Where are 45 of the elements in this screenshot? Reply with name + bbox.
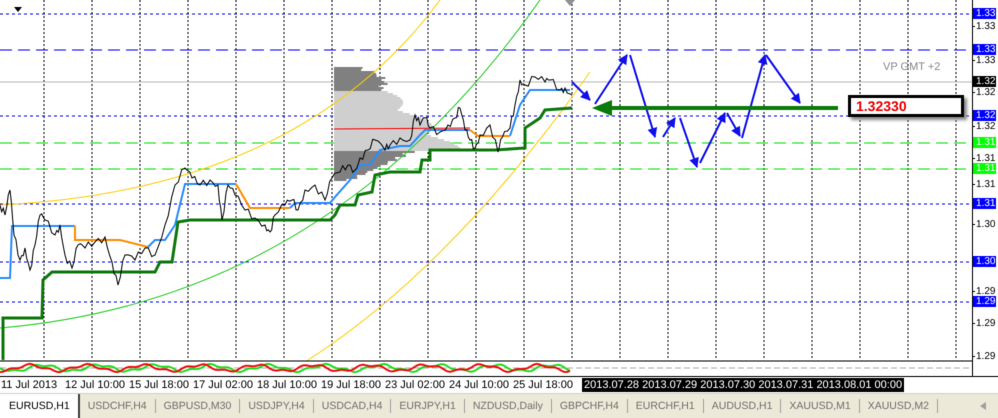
time-label: 23 Jul 02:00: [385, 379, 446, 391]
price-tick-label: 1.30: [975, 219, 996, 230]
chart-tab[interactable]: GBPUSD,M30: [156, 399, 240, 413]
time-label: 24 Jul 10:00: [449, 379, 510, 391]
price-marker: 1.33: [973, 8, 996, 19]
price-marker: 1.30: [973, 256, 996, 267]
price-marker: 1.33: [973, 44, 996, 55]
time-label: 19 Jul 18:00: [321, 379, 382, 391]
price-tick-label: 1.32: [975, 121, 996, 132]
time-label: 18 Jul 10:00: [257, 379, 318, 391]
chart-tab[interactable]: EURUSD,H1: [0, 394, 80, 418]
price-marker: 1.32: [973, 76, 996, 87]
profile-label: VP GMT +2: [883, 61, 940, 73]
chart-tab[interactable]: XAUUSD,M2: [860, 399, 938, 413]
price-tick-label: 1.33: [975, 21, 996, 32]
time-label: 15 Jul 18:00: [129, 379, 190, 391]
dropdown-icon[interactable]: [14, 7, 22, 12]
time-label: 11 Jul 2013: [1, 379, 58, 391]
price-marker: 1.31: [973, 163, 996, 174]
price-tick-label: 1.32: [975, 87, 996, 98]
chart-tab[interactable]: EURJPY,H1: [391, 399, 465, 413]
time-label: 17 Jul 02:00: [193, 379, 254, 391]
price-tick-label: 1.31: [975, 179, 996, 190]
time-label: 12 Jul 10:00: [65, 379, 126, 391]
chart-tab[interactable]: NZDUSD,Daily: [464, 399, 552, 413]
price-marker: 1.31: [973, 137, 996, 148]
chart-tab[interactable]: USDCHF,H4: [80, 399, 156, 413]
price-marker: 1.31: [973, 198, 996, 209]
time-label: 25 Jul 18:00: [513, 379, 574, 391]
price-tick-label: 1.29: [975, 351, 996, 362]
chart-tab[interactable]: XAUUSD,M1: [781, 399, 860, 413]
cursor-time-label: 2013.07.28 2013.07.29 2013.07.30 2013.07.31 2013.08.01 00:00: [582, 378, 904, 392]
price-tick-label: 1.29: [975, 286, 996, 297]
price-label: 1.32330: [848, 95, 964, 117]
price-marker: 1.29: [973, 296, 996, 307]
price-tick-label: 1.29: [975, 318, 996, 329]
chart-tab[interactable]: USDJPY,H4: [240, 399, 314, 413]
chart-tab[interactable]: EURCHF,H1: [628, 399, 704, 413]
chart-tab[interactable]: AUDUSD,H1: [704, 399, 782, 413]
price-tick-label: 1.33: [975, 55, 996, 66]
price-marker: 1.32: [973, 110, 996, 121]
shift-marker-icon[interactable]: [565, 0, 575, 6]
price-tick-label: 1.31: [975, 153, 996, 164]
chart-tab[interactable]: GBPCHF,H4: [552, 399, 628, 413]
chart-tab[interactable]: USDCAD,H4: [314, 399, 392, 413]
